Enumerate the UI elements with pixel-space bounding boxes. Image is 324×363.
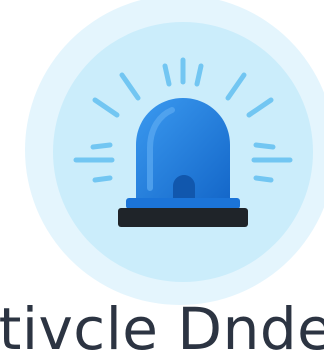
siren-collar: [126, 198, 240, 209]
siren-bulb: [173, 175, 195, 200]
caption-text: tivcle Dnde: [0, 295, 324, 363]
ray-left-1: [90, 142, 113, 150]
ray-right-1: [253, 142, 276, 150]
ray-left-3: [92, 175, 113, 183]
ray-right-3: [253, 175, 274, 183]
siren-base: [118, 208, 248, 227]
